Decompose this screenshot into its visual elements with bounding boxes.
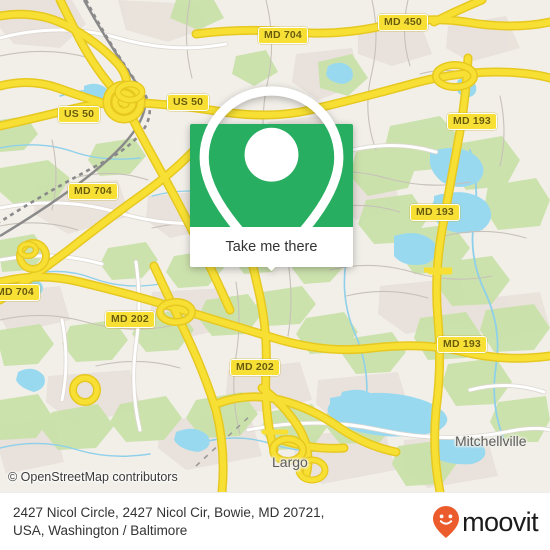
card-pin-area — [190, 85, 353, 271]
road-shield: MD 193 — [447, 113, 497, 130]
address-line-1: 2427 Nicol Circle, 2427 Nicol Cir, Bowie… — [13, 505, 325, 520]
road-shield: MD 193 — [410, 204, 460, 221]
moovit-logo[interactable]: moovit — [432, 505, 550, 539]
address-line-2: USA, Washington / Baltimore — [13, 523, 188, 538]
moovit-wordmark: moovit — [462, 506, 539, 537]
osm-attribution[interactable]: © OpenStreetMap contributors — [8, 470, 178, 484]
road-shield: MD 202 — [105, 311, 155, 328]
place-label: Mitchellville — [455, 433, 527, 449]
card-pointer-tail — [264, 143, 286, 156]
road-shield: MD 193 — [437, 336, 487, 353]
address-text: 2427 Nicol Circle, 2427 Nicol Cir, Bowie… — [0, 504, 432, 540]
road-shield: US 50 — [58, 106, 101, 123]
road-shield: MD 704 — [0, 284, 40, 301]
map-screenshot: MD 704 MD 450 US 50 US 50 MD 193 MD 704 MD 193… — [0, 0, 550, 550]
place-label: Largo — [272, 454, 308, 470]
moovit-pin-smile-icon — [433, 506, 460, 538]
map-canvas[interactable]: MD 704 MD 450 US 50 US 50 MD 193 MD 704 MD 193… — [0, 0, 550, 492]
road-shield: MD 450 — [378, 14, 428, 31]
location-pin-icon — [199, 85, 344, 271]
footer-bar: 2427 Nicol Circle, 2427 Nicol Cir, Bowie… — [0, 492, 550, 550]
road-shield: MD 704 — [68, 183, 118, 200]
